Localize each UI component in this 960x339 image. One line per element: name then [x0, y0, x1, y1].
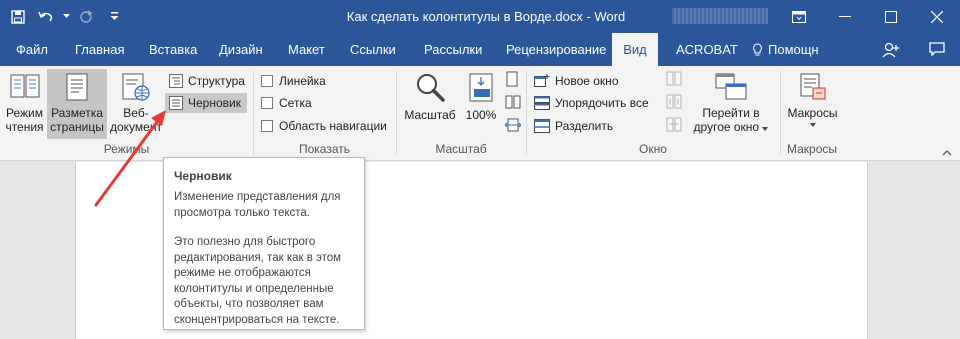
- share-user-icon[interactable]: [868, 33, 914, 66]
- outline-button[interactable]: Структура: [165, 71, 247, 91]
- tell-me-box[interactable]: Помощн: [752, 33, 819, 66]
- dropdown-arrow-icon: [809, 123, 816, 127]
- draft-button[interactable]: Черновик: [165, 93, 247, 113]
- print-layout-button[interactable]: Разметка страницы: [47, 69, 107, 139]
- arrange-all-icon: [534, 96, 550, 110]
- minimize-icon[interactable]: [822, 0, 868, 33]
- tab-mailings[interactable]: Рассылки: [424, 33, 482, 66]
- switch-windows-label-2: другое окно: [693, 120, 760, 134]
- dropdown-arrow-icon: [762, 127, 769, 131]
- nav-pane-label: Область навигации: [279, 119, 387, 133]
- group-label-modes: Режимы: [103, 142, 150, 156]
- tooltip-title: Черновик: [174, 169, 232, 183]
- undo-dropdown-icon[interactable]: [60, 0, 72, 33]
- outline-label: Структура: [188, 74, 245, 88]
- quick-access-toolbar: [0, 0, 128, 33]
- ribbon: Режим чтения Разметка страницы Веб- доку…: [0, 66, 960, 161]
- gridlines-checkbox[interactable]: Сетка: [261, 93, 312, 113]
- tab-review[interactable]: Рецензирование: [506, 33, 606, 66]
- ruler-label: Линейка: [279, 74, 326, 88]
- tab-home[interactable]: Главная: [75, 33, 124, 66]
- web-layout-icon: [122, 73, 150, 101]
- macros-label: Макросы: [787, 106, 838, 120]
- reset-window-position-icon[interactable]: [666, 117, 682, 135]
- tab-insert[interactable]: Вставка: [149, 33, 197, 66]
- ruler-checkbox-box[interactable]: [261, 75, 273, 87]
- window-title: Как сделать колонтитулы в Ворде.docx - W…: [346, 9, 626, 24]
- new-window-label: Новое окно: [555, 74, 619, 88]
- draft-icon: [169, 96, 183, 110]
- tab-references[interactable]: Ссылки: [350, 33, 396, 66]
- web-layout-button[interactable]: Веб- документ: [108, 69, 164, 139]
- new-window-icon: [534, 74, 550, 87]
- zoom-100-button[interactable]: 100%: [461, 69, 501, 139]
- view-side-by-side-icon[interactable]: [666, 71, 682, 89]
- document-area: [0, 162, 960, 339]
- one-page-icon[interactable]: [505, 71, 519, 90]
- redo-icon[interactable]: [72, 0, 100, 33]
- switch-windows-button[interactable]: Перейти в другое окно: [690, 69, 772, 139]
- web-layout-label-2: документ: [110, 120, 162, 134]
- tab-file[interactable]: Файл: [16, 33, 48, 66]
- split-label: Разделить: [555, 119, 614, 133]
- tooltip-paragraph-1: Изменение представления для просмотра то…: [174, 191, 341, 219]
- gridlines-checkbox-box[interactable]: [261, 97, 273, 109]
- split-icon: [534, 119, 550, 133]
- zoom-100-label: 100%: [465, 108, 497, 122]
- outline-icon: [169, 74, 183, 88]
- arrange-all-button[interactable]: Упорядочить все: [534, 93, 649, 113]
- read-mode-label-2: чтения: [5, 120, 44, 134]
- zoom-button[interactable]: Масштаб: [401, 69, 459, 139]
- group-label-window: Окно: [639, 142, 667, 156]
- switch-windows-icon: [715, 73, 747, 100]
- ruler-checkbox[interactable]: Линейка: [261, 71, 326, 91]
- ribbon-display-options-icon[interactable]: [776, 0, 822, 33]
- new-window-button[interactable]: Новое окно: [534, 71, 619, 91]
- macros-icon: [800, 73, 825, 100]
- read-mode-label-1: Режим: [6, 106, 43, 120]
- tell-me-label: Помощн: [768, 42, 819, 57]
- nav-pane-checkbox-box[interactable]: [261, 120, 273, 132]
- tab-view[interactable]: Вид: [612, 33, 658, 66]
- tooltip-paragraph-2: Это полезно для быстрого редактирования,…: [174, 236, 342, 326]
- draft-tooltip: Черновик Изменение представления для про…: [163, 157, 365, 330]
- print-layout-label-2: страницы: [50, 120, 104, 134]
- nav-pane-checkbox[interactable]: Область навигации: [261, 116, 387, 136]
- read-mode-icon: [10, 74, 39, 98]
- undo-icon[interactable]: [32, 0, 60, 33]
- save-icon[interactable]: [4, 0, 32, 33]
- split-button[interactable]: Разделить: [534, 116, 613, 136]
- zoom-100-icon: [469, 73, 493, 102]
- print-layout-icon: [66, 73, 88, 101]
- customize-qat-icon[interactable]: [100, 0, 128, 33]
- multiple-pages-icon[interactable]: [505, 94, 521, 113]
- group-label-zoom: Масштаб: [435, 142, 487, 156]
- user-account[interactable]: [672, 8, 768, 24]
- print-layout-label-1: Разметка: [51, 106, 103, 120]
- tab-design[interactable]: Дизайн: [219, 33, 263, 66]
- magnifier-icon: [417, 74, 445, 102]
- page-width-icon[interactable]: [504, 117, 522, 136]
- ribbon-tabs: Файл Главная Вставка Дизайн Макет Ссылки…: [0, 33, 960, 66]
- lightbulb-icon: [753, 42, 762, 55]
- group-label-show: Показать: [298, 142, 350, 156]
- switch-windows-label-1: Перейти в: [702, 106, 760, 120]
- read-mode-button[interactable]: Режим чтения: [2, 69, 47, 139]
- title-bar: Как сделать колонтитулы в Ворде.docx - W…: [0, 0, 960, 33]
- tab-acrobat[interactable]: ACROBAT: [676, 33, 738, 66]
- arrange-all-label: Упорядочить все: [555, 96, 649, 110]
- collapse-ribbon-icon[interactable]: [942, 145, 952, 159]
- maximize-icon[interactable]: [868, 0, 914, 33]
- macros-button[interactable]: Макросы: [785, 69, 840, 139]
- group-label-macros: Макросы: [786, 142, 838, 156]
- close-icon[interactable]: [914, 0, 960, 33]
- gridlines-label: Сетка: [279, 96, 312, 110]
- web-layout-label-1: Веб-: [123, 106, 149, 120]
- zoom-label: Масштаб: [404, 108, 456, 122]
- synchronous-scrolling-icon[interactable]: [666, 94, 682, 112]
- draft-label: Черновик: [188, 96, 241, 110]
- comments-icon[interactable]: [914, 33, 960, 66]
- tab-layout[interactable]: Макет: [288, 33, 325, 66]
